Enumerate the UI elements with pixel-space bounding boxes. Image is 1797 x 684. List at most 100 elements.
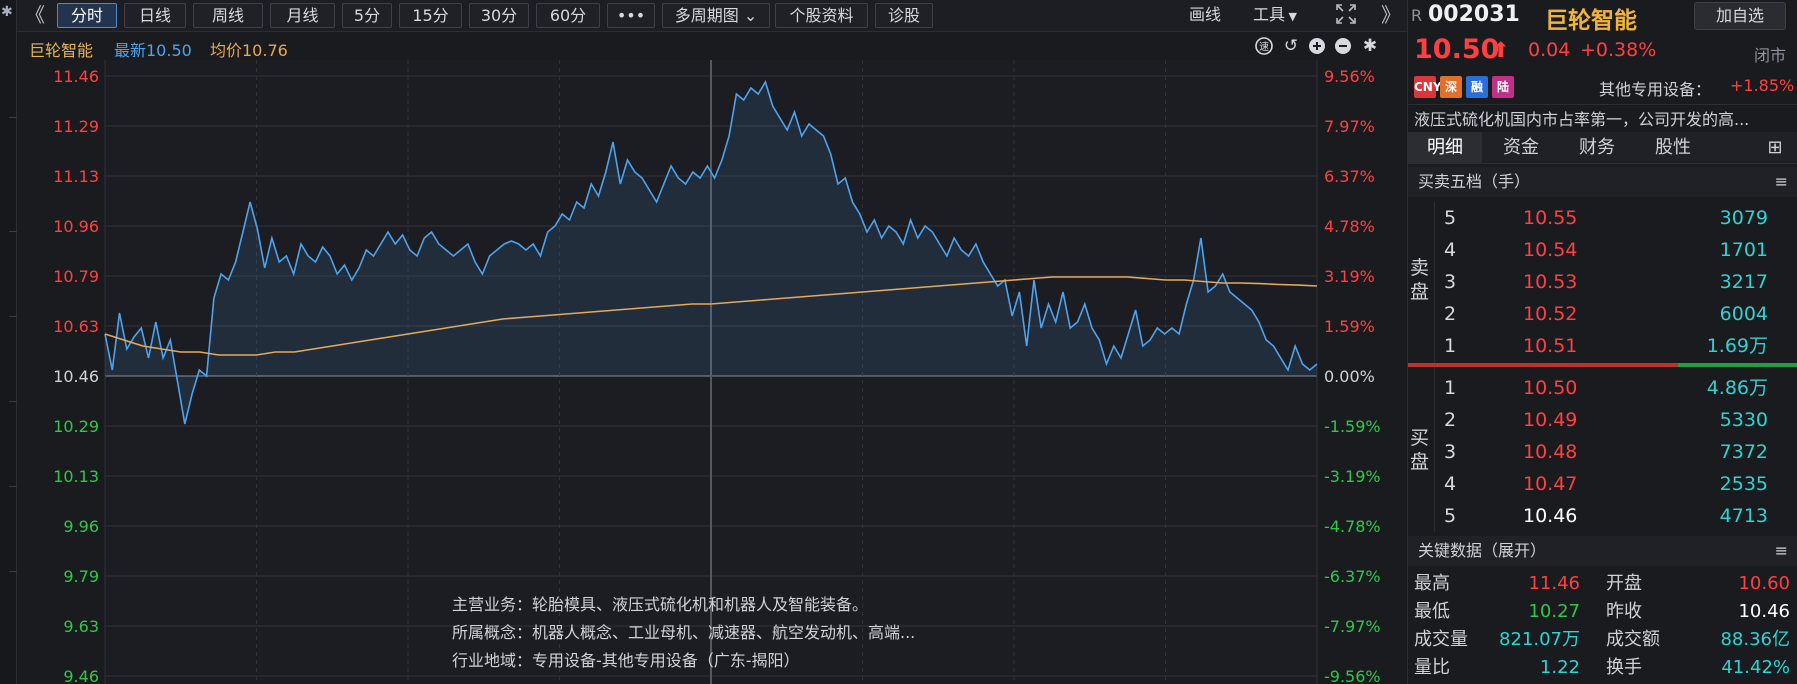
ask-row[interactable]: 3 10.53 3217	[1438, 266, 1778, 298]
ask-pressure-bar	[1408, 363, 1678, 367]
bid-row[interactable]: 4 10.47 2535	[1438, 468, 1778, 500]
y-tick-label-right: -6.37%	[1324, 567, 1381, 586]
detail-tab[interactable]: 财务	[1560, 132, 1634, 164]
period-tab[interactable]: 30分	[469, 3, 529, 28]
y-tick-label-left: 10.13	[53, 467, 99, 486]
undo-icon[interactable]: ↺	[1281, 36, 1301, 56]
draw-line-button[interactable]: 画线	[1189, 3, 1221, 28]
fullscreen-icon[interactable]	[1335, 3, 1357, 28]
order-level: 4	[1444, 473, 1457, 495]
y-tick-label-left: 11.29	[53, 117, 99, 136]
keydata-label: 成交额	[1606, 629, 1660, 650]
concepts-text: 所属概念：机器人概念、工业母机、减速器、航空发动机、高端...	[452, 623, 916, 642]
gear-icon[interactable]: ✱	[1, 4, 13, 20]
period-tab[interactable]: 诊股	[875, 3, 933, 28]
r-badge: R	[1411, 6, 1423, 25]
detail-tab[interactable]: 资金	[1484, 132, 1558, 164]
menu-icon[interactable]: ≡	[1775, 536, 1788, 566]
bid-row[interactable]: 5 10.46 4713	[1438, 500, 1778, 532]
industry-text: 行业地域：专用设备-其他专用设备（广东-揭阳）	[452, 651, 800, 670]
keydata-title-text: 关键数据（展开）	[1418, 541, 1547, 560]
expand-right-icon[interactable]: 》	[1381, 2, 1401, 28]
stock-tag[interactable]: 融	[1466, 76, 1488, 98]
ask-row[interactable]: 4 10.54 1701	[1438, 234, 1778, 266]
keydata-value: 11.46	[1528, 573, 1580, 594]
header-latest-price: 最新10.50	[114, 41, 192, 60]
y-tick-label-right: 3.19%	[1324, 267, 1375, 286]
quote-panel: R 002031 巨轮智能 加自选 10.50 ⬆ 0.04 +0.38% 闭市…	[1407, 0, 1797, 684]
settings-gear-icon[interactable]: ✱	[1360, 36, 1380, 56]
edge-tick	[9, 571, 17, 572]
keydata-label: 最低	[1414, 601, 1450, 622]
ask-row[interactable]: 2 10.52 6004	[1438, 298, 1778, 330]
stock-tag[interactable]: 陆	[1492, 76, 1514, 98]
order-level: 1	[1444, 335, 1457, 357]
order-volume: 3079	[1719, 207, 1768, 229]
tools-button[interactable]: 工具 ▼	[1253, 3, 1297, 28]
period-tab[interactable]: 60分	[536, 3, 600, 28]
bid-row[interactable]: 2 10.49 5330	[1438, 404, 1778, 436]
order-price: 10.46	[1523, 505, 1578, 527]
stock-tag[interactable]: CNY	[1414, 76, 1442, 98]
period-tab[interactable]: 5分	[342, 3, 392, 28]
keydata-value: 10.27	[1528, 601, 1580, 622]
edge-tick	[9, 486, 17, 487]
sector-change: +1.85%	[1730, 76, 1795, 95]
ask-row[interactable]: 1 10.51 1.69万	[1438, 330, 1778, 362]
y-tick-label-left: 10.29	[53, 417, 99, 436]
header-avg-price: 均价10.76	[210, 41, 288, 60]
order-volume: 4713	[1719, 505, 1768, 527]
period-tab[interactable]: 周线	[193, 3, 263, 28]
bid-row[interactable]: 3 10.48 7372	[1438, 436, 1778, 468]
grid-icon[interactable]: ⊞	[1760, 132, 1790, 164]
up-arrow-icon: ⬆	[1492, 38, 1510, 62]
period-tab[interactable]: 分时	[57, 3, 117, 28]
sector-label[interactable]: 其他专用设备：	[1599, 76, 1711, 100]
keydata-label: 开盘	[1606, 573, 1642, 594]
order-price: 10.48	[1523, 441, 1578, 463]
chart-header: 巨轮智能 最新10.50 均价10.76 速 ↺ ✱	[17, 32, 1407, 60]
y-tick-label-right: 1.59%	[1324, 317, 1375, 336]
keydata-row: 成交量 821.07万 成交额 88.36亿	[1408, 626, 1797, 654]
period-tab[interactable]: 月线	[270, 3, 335, 28]
period-tab[interactable]: 日线	[124, 3, 186, 28]
keydata-title[interactable]: 关键数据（展开） ≡	[1408, 536, 1797, 566]
y-tick-label-left: 9.96	[63, 517, 99, 536]
company-description[interactable]: 液压式硫化机国内市占率第一，公司开发的高...	[1414, 106, 1749, 130]
period-tab[interactable]: •••	[607, 3, 655, 28]
menu-icon[interactable]: ≡	[1775, 167, 1788, 197]
keydata-value: 10.46	[1738, 601, 1790, 622]
period-tab[interactable]: 个股资料	[775, 3, 868, 28]
orderbook-title-text: 买卖五档（手）	[1418, 172, 1531, 191]
speed-icon[interactable]: 速	[1254, 36, 1274, 56]
edge-tick	[9, 401, 17, 402]
buy-label: 买盘	[1410, 427, 1430, 473]
detail-tab[interactable]: 股性	[1636, 132, 1710, 164]
y-tick-label-right: -4.78%	[1324, 517, 1381, 536]
order-price: 10.52	[1523, 303, 1578, 325]
period-tab[interactable]: 多周期图 ⌄	[662, 3, 770, 28]
ask-row[interactable]: 5 10.55 3079	[1438, 202, 1778, 234]
sell-label: 卖盘	[1410, 257, 1430, 303]
price-change: 0.04	[1528, 39, 1571, 61]
zoom-in-icon[interactable]	[1307, 36, 1327, 56]
stock-tag[interactable]: 深	[1440, 76, 1462, 98]
order-price: 10.51	[1523, 335, 1578, 357]
order-volume: 2535	[1719, 473, 1768, 495]
y-tick-label-left: 9.63	[63, 617, 99, 636]
order-level: 3	[1444, 271, 1457, 293]
y-tick-label-right: -7.97%	[1324, 617, 1381, 636]
zoom-out-icon[interactable]	[1333, 36, 1353, 56]
y-tick-label-right: 0.00%	[1324, 367, 1375, 386]
order-volume: 4.86万	[1706, 377, 1768, 399]
order-level: 1	[1444, 377, 1457, 399]
edge-tick	[9, 117, 17, 118]
order-volume: 1.69万	[1706, 335, 1768, 357]
stock-name: 巨轮智能	[1545, 8, 1637, 34]
detail-tab[interactable]: 明细	[1408, 132, 1482, 164]
period-tab[interactable]: 15分	[399, 3, 462, 28]
y-tick-label-left: 11.46	[53, 67, 99, 86]
bid-row[interactable]: 1 10.50 4.86万	[1438, 372, 1778, 404]
add-watchlist-button[interactable]: 加自选	[1694, 2, 1786, 30]
collapse-left-icon[interactable]: 《	[25, 2, 45, 28]
